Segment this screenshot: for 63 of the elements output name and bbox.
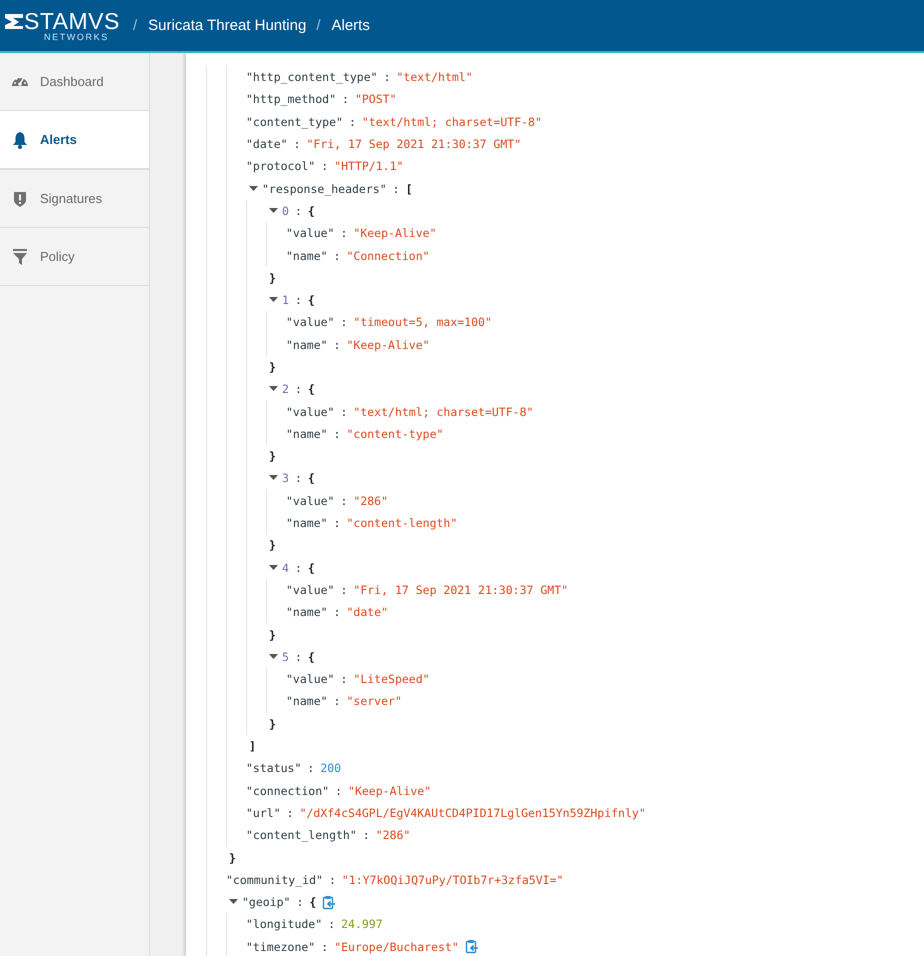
json-line: "name" : "content-type": [286, 426, 444, 441]
logo-wordmark: STAMVS: [24, 10, 120, 32]
json-line: 0 : {: [282, 204, 315, 218]
json-line: }: [269, 628, 276, 642]
logo-tagline: NETWORKS: [43, 32, 110, 42]
breadcrumb-link[interactable]: Suricata Threat Hunting: [148, 17, 306, 34]
json-line: "date" : "Fri, 17 Sep 2021 21:30:37 GMT": [246, 137, 522, 152]
json-line: 1 : {: [282, 293, 315, 308]
caret-icon[interactable]: [249, 186, 258, 192]
json-line: "value" : "286": [286, 494, 388, 508]
bell-icon: [11, 130, 29, 148]
json-line: 5 : {: [282, 650, 315, 664]
json-line: "value" : "LiteSpeed": [286, 672, 430, 686]
json-line: "response_headers" : [: [262, 182, 412, 196]
caret-icon[interactable]: [269, 564, 278, 571]
logo-icon: [5, 12, 23, 28]
json-line: }: [269, 716, 276, 731]
caret-icon[interactable]: [269, 386, 278, 392]
breadcrumb-separator: /: [316, 17, 320, 34]
json-line: "value" : "Fri, 17 Sep 2021 21:30:37 GMT": [286, 582, 568, 597]
json-line: "value" : "timeout=5, max=100": [286, 315, 492, 330]
json-line: "url" : "/dXf4cS4GPL/EgV4KAUtCD4PID17LglGen15Yn59ZHpifnly": [246, 806, 646, 820]
json-line: "timezone" : "Europe/Bucharest": [246, 940, 459, 954]
json-line: 3 : {: [282, 471, 315, 486]
json-line: "geoip" : {: [242, 895, 316, 910]
copy-icon[interactable]: [322, 894, 336, 910]
json-line: "name" : "content-length": [286, 516, 458, 530]
json-line: "http_content_type" : "text/html": [246, 70, 473, 84]
caret-icon[interactable]: [269, 208, 278, 214]
json-line: "status" : 200: [246, 761, 342, 776]
json-line: "http_method" : "POST": [246, 92, 396, 106]
json-line: "name" : "server": [286, 694, 402, 708]
json-line: "connection" : "Keep-Alive": [246, 784, 432, 798]
json-line: 2 : {: [282, 382, 315, 396]
json-line: "name" : "Connection": [286, 248, 430, 263]
json-line: }: [269, 449, 276, 464]
sidebar-item[interactable]: Signatures: [0, 170, 149, 228]
json-line: "community_id" : "1:Y7kOQiJQ7uPy/TOIb7r+3zfa5VI=": [226, 872, 564, 887]
json-line: "content_type" : "text/html; charset=UTF-8": [246, 114, 542, 129]
caret-icon[interactable]: [269, 475, 278, 482]
json-line: "name" : "Keep-Alive": [286, 338, 430, 352]
json-line: "name" : "date": [286, 605, 388, 620]
json-line: "content_length" : "286": [246, 828, 410, 842]
shield-icon: [11, 190, 29, 208]
json-line: "longitude" : 24.997: [246, 917, 383, 932]
json-line: ]: [249, 739, 256, 754]
caret-icon[interactable]: [269, 297, 278, 304]
caret-icon[interactable]: [269, 654, 278, 660]
json-line: }: [269, 538, 276, 552]
json-line: }: [269, 270, 276, 285]
json-line: "protocol" : "HTTP/1.1": [246, 159, 404, 174]
sidebar-item[interactable]: Alerts: [0, 111, 149, 170]
json-line: "value" : "text/html; charset=UTF-8": [286, 404, 534, 419]
caret-icon[interactable]: [229, 899, 238, 906]
breadcrumb-link[interactable]: Alerts: [332, 17, 370, 34]
json-line: }: [229, 850, 236, 865]
sidebar-item[interactable]: Policy: [0, 228, 149, 286]
breadcrumb-separator: /: [133, 17, 138, 34]
json-line: }: [269, 360, 276, 374]
funnel-icon: [11, 248, 29, 266]
json-line: "value" : "Keep-Alive": [286, 226, 436, 240]
copy-icon[interactable]: [464, 939, 479, 954]
json-line: 4 : {: [282, 560, 315, 575]
